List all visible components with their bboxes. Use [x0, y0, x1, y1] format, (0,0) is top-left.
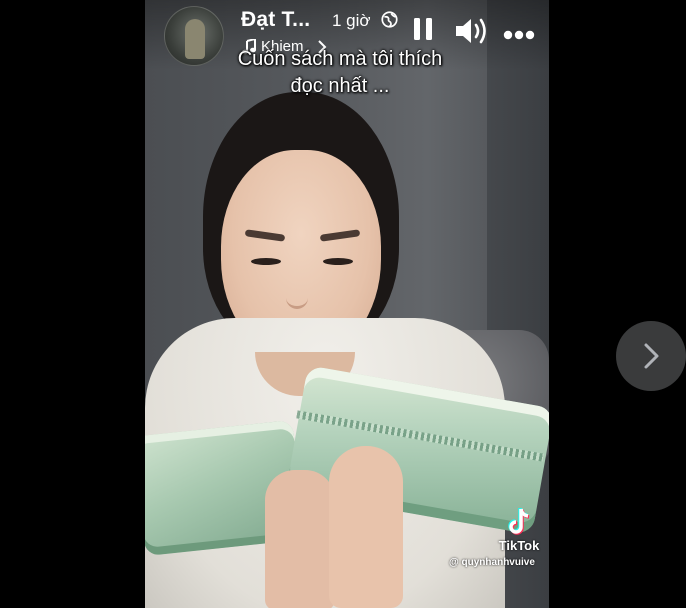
post-time[interactable]: 1 giờ — [332, 11, 371, 31]
more-icon[interactable] — [503, 30, 535, 40]
creator-handle: @ quynhanhvuive — [449, 557, 535, 568]
pause-icon[interactable] — [413, 18, 433, 40]
globe-icon — [381, 11, 398, 28]
tiktok-watermark: TikTok — [490, 508, 548, 553]
person-hand — [265, 470, 335, 608]
next-button[interactable] — [616, 321, 686, 391]
tiktok-brand: TikTok — [498, 538, 540, 553]
video-caption: Cuốn sách mà tôi thích đọc nhất ... — [200, 46, 480, 100]
person-eye — [251, 258, 281, 265]
volume-icon[interactable] — [455, 16, 489, 46]
reel-viewer: Đạt T... 1 giờ Khiem Cuốn sách mà tôi th… — [0, 0, 686, 608]
caption-line: Cuốn sách mà tôi thích — [237, 48, 443, 70]
chevron-right-icon — [644, 343, 659, 369]
person-hand — [329, 446, 403, 608]
caption-line: đọc nhất ... — [290, 75, 390, 97]
person-eye — [323, 258, 353, 265]
author-name[interactable]: Đạt T... — [241, 8, 310, 32]
tiktok-logo-icon — [508, 508, 530, 535]
